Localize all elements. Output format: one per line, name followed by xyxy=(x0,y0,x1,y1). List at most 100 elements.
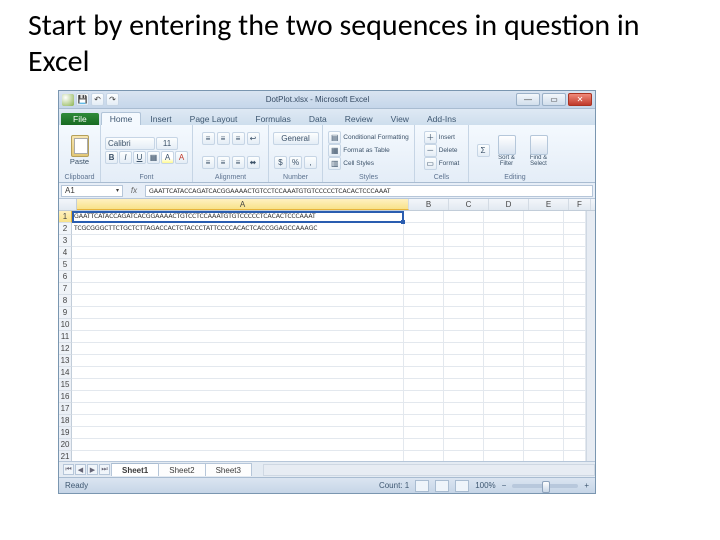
name-box[interactable]: A1 ▾ xyxy=(61,185,123,197)
tab-review[interactable]: Review xyxy=(336,112,382,125)
row-header-19[interactable]: 19 xyxy=(59,427,72,439)
row-header-8[interactable]: 8 xyxy=(59,295,72,307)
cell-B12[interactable] xyxy=(404,343,444,354)
tab-home[interactable]: Home xyxy=(101,112,142,125)
cell-styles-icon[interactable]: ▥ xyxy=(328,157,341,170)
comma-button[interactable]: , xyxy=(304,156,317,169)
row-header-14[interactable]: 14 xyxy=(59,367,72,379)
cell-C9[interactable] xyxy=(444,307,484,318)
column-header-a[interactable]: A xyxy=(77,199,409,210)
row-header-11[interactable]: 11 xyxy=(59,331,72,343)
cell-D18[interactable] xyxy=(484,415,524,426)
sheet-nav-last-icon[interactable]: ⏭ xyxy=(99,464,110,475)
insert-cells-label[interactable]: Insert xyxy=(439,134,455,141)
align-left-button[interactable]: ≡ xyxy=(202,156,215,169)
cell-B19[interactable] xyxy=(404,427,444,438)
cell-C1[interactable] xyxy=(444,211,484,222)
cell-E8[interactable] xyxy=(524,295,564,306)
cell-D7[interactable] xyxy=(484,283,524,294)
cell-F19[interactable] xyxy=(564,427,586,438)
align-top-button[interactable]: ≡ xyxy=(202,132,215,145)
cell-E17[interactable] xyxy=(524,403,564,414)
row-header-4[interactable]: 4 xyxy=(59,247,72,259)
cell-F21[interactable] xyxy=(564,451,586,461)
sheet-tab-1[interactable]: Sheet1 xyxy=(111,463,159,476)
cell-F20[interactable] xyxy=(564,439,586,450)
cell-A19[interactable] xyxy=(72,427,404,438)
cell-D10[interactable] xyxy=(484,319,524,330)
cell-E21[interactable] xyxy=(524,451,564,461)
percent-button[interactable]: % xyxy=(289,156,302,169)
cell-A1[interactable]: GAATTCATACCAGATCACGGAAAACTGTCCTCCAAATGTG… xyxy=(72,211,404,222)
cell-A21[interactable] xyxy=(72,451,404,461)
tab-page-layout[interactable]: Page Layout xyxy=(181,112,247,125)
cell-A18[interactable] xyxy=(72,415,404,426)
row-header-15[interactable]: 15 xyxy=(59,379,72,391)
cell-E3[interactable] xyxy=(524,235,564,246)
row-header-17[interactable]: 17 xyxy=(59,403,72,415)
cell-F3[interactable] xyxy=(564,235,586,246)
cell-D9[interactable] xyxy=(484,307,524,318)
cell-D8[interactable] xyxy=(484,295,524,306)
sheet-tab-3[interactable]: Sheet3 xyxy=(205,463,252,476)
cell-B11[interactable] xyxy=(404,331,444,342)
cell-B3[interactable] xyxy=(404,235,444,246)
cell-D4[interactable] xyxy=(484,247,524,258)
cell-B2[interactable] xyxy=(404,223,444,234)
cell-F9[interactable] xyxy=(564,307,586,318)
tab-formulas[interactable]: Formulas xyxy=(246,112,299,125)
cell-B14[interactable] xyxy=(404,367,444,378)
cell-D6[interactable] xyxy=(484,271,524,282)
cell-B16[interactable] xyxy=(404,391,444,402)
currency-button[interactable]: $ xyxy=(274,156,287,169)
cell-C18[interactable] xyxy=(444,415,484,426)
format-as-table-icon[interactable]: ▦ xyxy=(328,144,341,157)
cell-E14[interactable] xyxy=(524,367,564,378)
cell-F4[interactable] xyxy=(564,247,586,258)
cell-E20[interactable] xyxy=(524,439,564,450)
format-cells-label[interactable]: Format xyxy=(439,160,460,167)
cell-A9[interactable] xyxy=(72,307,404,318)
cell-C8[interactable] xyxy=(444,295,484,306)
cell-E1[interactable] xyxy=(524,211,564,222)
cell-E19[interactable] xyxy=(524,427,564,438)
cell-F1[interactable] xyxy=(564,211,586,222)
delete-cells-label[interactable]: Delete xyxy=(439,147,458,154)
row-header-2[interactable]: 2 xyxy=(59,223,72,235)
bold-button[interactable]: B xyxy=(105,151,118,164)
cell-D13[interactable] xyxy=(484,355,524,366)
cell-B7[interactable] xyxy=(404,283,444,294)
cell-D2[interactable] xyxy=(484,223,524,234)
tab-data[interactable]: Data xyxy=(300,112,336,125)
cell-D14[interactable] xyxy=(484,367,524,378)
cell-B5[interactable] xyxy=(404,259,444,270)
row-header-1[interactable]: 1 xyxy=(59,211,72,223)
cell-E4[interactable] xyxy=(524,247,564,258)
cell-C20[interactable] xyxy=(444,439,484,450)
insert-cells-icon[interactable]: ＋ xyxy=(424,131,437,144)
italic-button[interactable]: I xyxy=(119,151,132,164)
tab-addins[interactable]: Add-Ins xyxy=(418,112,465,125)
zoom-in-button[interactable]: + xyxy=(584,481,589,490)
conditional-formatting-icon[interactable]: ▤ xyxy=(328,131,341,144)
view-layout-button[interactable] xyxy=(435,480,449,492)
formula-input[interactable]: GAATTCATACCAGATCACGGAAAACTGTCCTCCAAATGTG… xyxy=(145,185,593,197)
cell-C7[interactable] xyxy=(444,283,484,294)
tab-view[interactable]: View xyxy=(382,112,418,125)
find-select-icon[interactable] xyxy=(530,135,548,155)
cell-B20[interactable] xyxy=(404,439,444,450)
conditional-formatting-label[interactable]: Conditional Formatting xyxy=(343,134,408,141)
cell-D20[interactable] xyxy=(484,439,524,450)
row-header-21[interactable]: 21 xyxy=(59,451,72,461)
cell-C10[interactable] xyxy=(444,319,484,330)
cell-B6[interactable] xyxy=(404,271,444,282)
qat-redo-icon[interactable]: ↷ xyxy=(106,93,119,106)
cell-B18[interactable] xyxy=(404,415,444,426)
cell-C21[interactable] xyxy=(444,451,484,461)
cell-E9[interactable] xyxy=(524,307,564,318)
row-header-12[interactable]: 12 xyxy=(59,343,72,355)
cell-C4[interactable] xyxy=(444,247,484,258)
row-header-5[interactable]: 5 xyxy=(59,259,72,271)
fx-button[interactable]: fx xyxy=(125,186,143,195)
cell-E16[interactable] xyxy=(524,391,564,402)
